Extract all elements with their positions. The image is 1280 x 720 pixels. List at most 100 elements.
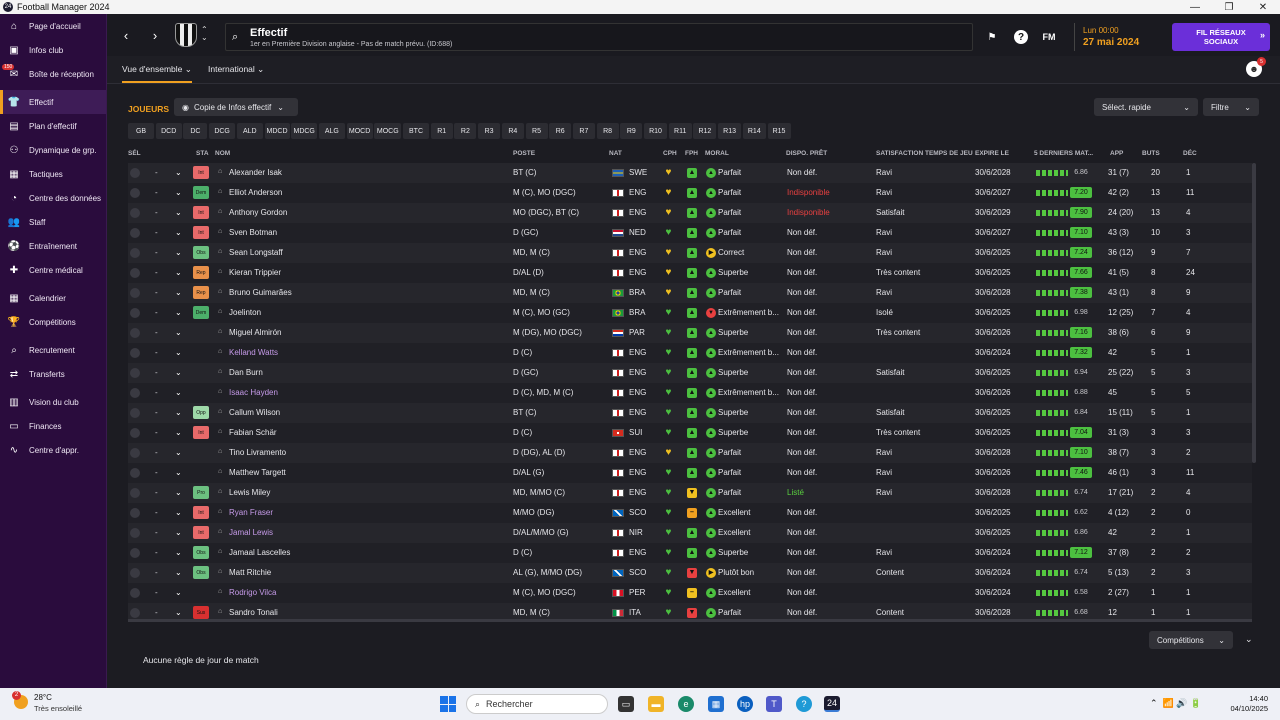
table-row[interactable]: - ⌄ ⌂ Miguel Almirón M (DG), MO (DGC) PAR ♥ ▲ ▲ S… [128,323,1252,343]
player-name[interactable]: Elliot Anderson [229,188,282,197]
row-expand-chevron-icon[interactable]: ⌄ [175,208,182,217]
player-name[interactable]: Fabian Schär [229,428,277,437]
position-filter-dcd[interactable]: DCD [155,123,182,139]
select-checkbox[interactable] [130,448,140,458]
position-filter-r1[interactable]: R1 [430,123,453,139]
row-expand-chevron-icon[interactable]: ⌄ [175,248,182,257]
view-dropdown[interactable]: ◉ Copie de Infos effectif ⌄ [174,98,298,116]
sidebar-item-shirt[interactable]: 👕 Effectif [0,90,106,114]
table-row[interactable]: - ⌄ ⌂ Matthew Targett D/AL (G) ENG ♥ ▲ ▲ Parfait N… [128,463,1252,483]
row-expand-chevron-icon[interactable]: ⌄ [175,188,182,197]
row-expand-chevron-icon[interactable]: ⌄ [175,548,182,557]
player-name[interactable]: Lewis Miley [229,488,270,497]
player-name[interactable]: Jamaal Lascelles [229,548,290,557]
sidebar-item-finances[interactable]: ▭ Finances [0,414,106,438]
select-checkbox[interactable] [130,548,140,558]
row-expand-chevron-icon[interactable]: ⌄ [175,588,182,597]
row-expand-chevron-icon[interactable]: ⌄ [175,608,182,617]
hp-icon[interactable]: hp [737,696,753,712]
col-buts[interactable]: BUTS [1142,150,1160,157]
sidebar-item-vision[interactable]: ▥ Vision du club [0,390,106,414]
player-name[interactable]: Ryan Fraser [229,508,273,517]
player-name[interactable]: Jamal Lewis [229,528,273,537]
sidebar-item-transfers[interactable]: ⇄ Transferts [0,362,106,386]
table-row[interactable]: - ⌄ Sus ⌂ Sandro Tonali MD, M (C) ITA ♥ ▼ ▲ Parfai… [128,603,1252,619]
sidebar-item-club[interactable]: ▣ Infos club [0,38,106,62]
select-checkbox[interactable] [130,208,140,218]
player-name[interactable]: Bruno Guimarães [229,288,292,297]
player-name[interactable]: Alexander Isak [229,168,282,177]
position-filter-r7[interactable]: R7 [572,123,595,139]
table-row[interactable]: - ⌄ Rep ⌂ Bruno Guimarães MD, M (C) BRA ♥ ▲ ▲ Parf… [128,283,1252,303]
sidebar-item-scouting[interactable]: ⌕ Recrutement [0,338,106,362]
row-expand-chevron-icon[interactable]: ⌄ [175,568,182,577]
fm-menu-icon[interactable]: FM [1042,30,1056,44]
col-moral[interactable]: MORAL [705,150,729,157]
position-filter-r5[interactable]: R5 [525,123,548,139]
row-expand-chevron-icon[interactable]: ⌄ [175,428,182,437]
vertical-scrollbar[interactable] [1252,163,1256,463]
sidebar-item-dynamics[interactable]: ⚇ Dynamique de grp. [0,138,106,162]
player-name[interactable]: Isaac Hayden [229,388,278,397]
table-row[interactable]: - ⌄ Dem ⌂ Elliot Anderson M (C), MO (DGC) ENG ♥… [128,183,1252,203]
table-row[interactable]: - ⌄ ⌂ Tino Livramento D (DG), AL (D) ENG ♥ ▲ ▲ Pa… [128,443,1252,463]
table-row[interactable]: - ⌄ ⌂ Dan Burn D (GC) ENG ♥ ▲ ▲ Superbe Non déf. Sa… [128,363,1252,383]
expand-chevron-icon[interactable]: ⌄ [1245,634,1253,645]
select-checkbox[interactable] [130,508,140,518]
table-row[interactable]: - ⌄ Obs ⌂ Jamaal Lascelles D (C) ENG ♥ ▲ ▲ Superbe… [128,543,1252,563]
select-checkbox[interactable] [130,268,140,278]
col-nom[interactable]: NOM [215,150,230,157]
select-checkbox[interactable] [130,168,140,178]
row-expand-chevron-icon[interactable]: ⌄ [175,308,182,317]
position-filter-mdcd[interactable]: MDCD [264,123,290,139]
row-expand-chevron-icon[interactable]: ⌄ [175,268,182,277]
row-expand-chevron-icon[interactable]: ⌄ [175,328,182,337]
table-row[interactable]: - ⌄ Opp ⌂ Callum Wilson BT (C) ENG ♥ ▲ ▲ Superbe No… [128,403,1252,423]
position-filter-r11[interactable]: R11 [668,123,692,139]
sidebar-item-data[interactable]: ◔ Centre des données [0,186,106,210]
col-expire[interactable]: EXPIRE LE [975,150,1009,157]
position-filter-r14[interactable]: R14 [742,123,766,139]
col-form[interactable]: 5 DERNIERS MAT... [1034,150,1093,157]
player-name[interactable]: Anthony Gordon [229,208,287,217]
table-row[interactable]: - ⌄ Obs ⌂ Matt Ritchie AL (G), M/MO (DG) SCO ♥ ▼… [128,563,1252,583]
col-cph[interactable]: CPH [663,150,677,157]
position-filter-mocd[interactable]: MOCD [346,123,373,139]
col-app[interactable]: APP [1110,150,1123,157]
select-checkbox[interactable] [130,528,140,538]
social-feed-button[interactable]: FIL RÉSEAUX SOCIAUX » [1172,23,1270,51]
player-name[interactable]: Kelland Watts [229,348,278,357]
sidebar-item-plan[interactable]: ▤ Plan d'effectif [0,114,106,138]
table-row[interactable]: - ⌄ ⌂ Rodrigo Vilca M (C), MO (DGC) PER ♥ – ▲ Exc… [128,583,1252,603]
player-name[interactable]: Dan Burn [229,368,263,377]
player-name[interactable]: Tino Livramento [229,448,286,457]
player-name[interactable]: Matt Ritchie [229,568,271,577]
select-checkbox[interactable] [130,228,140,238]
position-filter-r12[interactable]: R12 [693,123,717,139]
manager-avatar[interactable]: ☻ 5 [1246,57,1266,77]
file-explorer-icon[interactable]: ▬ [648,696,664,712]
select-checkbox[interactable] [130,348,140,358]
table-row[interactable]: - ⌄ Int ⌂ Alexander Isak BT (C) SWE ♥ ▲ ▲ Parfait N… [128,163,1252,183]
taskbar-clock[interactable]: 14:40 04/10/2025 [1226,694,1268,714]
sidebar-item-learning[interactable]: ∿ Centre d'appr. [0,438,106,462]
club-info-icon[interactable]: ⚑ [985,30,999,44]
page-header[interactable]: ⌕ Effectif 1er en Première Division angl… [225,23,973,51]
row-expand-chevron-icon[interactable]: ⌄ [175,448,182,457]
select-checkbox[interactable] [130,408,140,418]
store-icon[interactable]: ▦ [708,696,724,712]
table-row[interactable]: - ⌄ Int ⌂ Anthony Gordon MO (DGC), BT (C) ENG ♥… [128,203,1252,223]
col-sta[interactable]: STA [196,150,209,157]
table-row[interactable]: - ⌄ Dem ⌂ Joelinton M (C), MO (GC) BRA ♥ ▲ ▼ Extrê… [128,303,1252,323]
club-crest[interactable] [175,23,197,47]
sidebar-item-staff[interactable]: 👥 Staff [0,210,106,234]
table-row[interactable]: - ⌄ Int ⌂ Sven Botman D (GC) NED ♥ ▲ ▲ Parfait Non … [128,223,1252,243]
table-row[interactable]: - ⌄ ⌂ Kelland Watts D (C) ENG ♥ ▲ ▲ Extrêmement b… [128,343,1252,363]
player-name[interactable]: Sven Botman [229,228,277,237]
position-filter-r8[interactable]: R8 [596,123,619,139]
player-name[interactable]: Callum Wilson [229,408,280,417]
select-checkbox[interactable] [130,568,140,578]
select-checkbox[interactable] [130,588,140,598]
table-row[interactable]: - ⌄ Int ⌂ Fabian Schär D (C) SUI ♥ ▲ ▲ Superbe Non … [128,423,1252,443]
table-row[interactable]: - ⌄ Int ⌂ Ryan Fraser M/MO (DG) SCO ♥ – ▲ Excellen… [128,503,1252,523]
